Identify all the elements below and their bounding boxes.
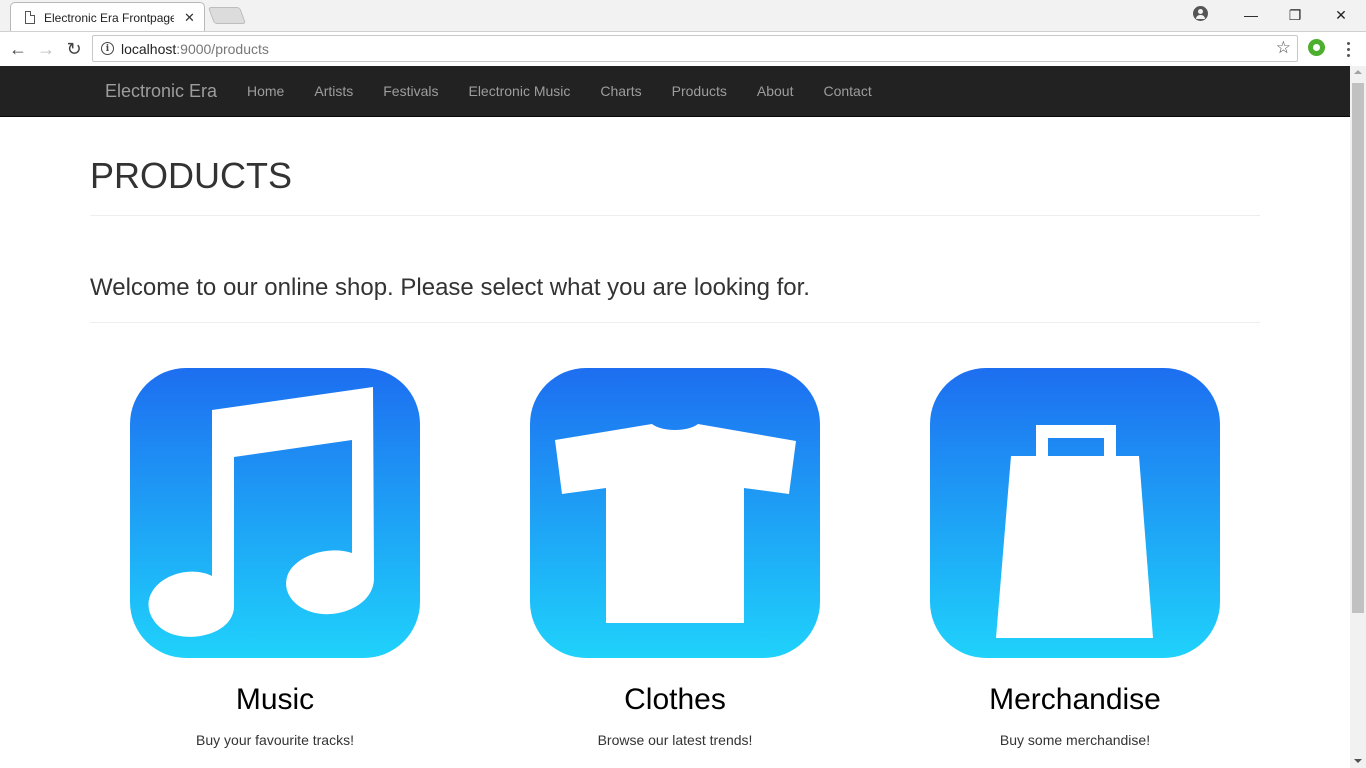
scroll-thumb[interactable] [1352, 83, 1364, 613]
t-shirt-icon [555, 424, 796, 623]
bookmark-star-icon[interactable]: ☆ [1276, 38, 1291, 58]
shopping-bag-icon [996, 425, 1153, 638]
new-tab-button[interactable] [207, 7, 247, 24]
scroll-up-arrow-icon[interactable] [1354, 70, 1362, 74]
nav-links: Home Artists Festivals Electronic Music … [232, 66, 887, 117]
profile-icon[interactable] [1193, 6, 1208, 21]
tab-close-icon[interactable]: ✕ [184, 10, 195, 25]
product-desc-merchandise: Buy some merchandise! [999, 732, 1151, 748]
nav-link-products[interactable]: Products [657, 66, 742, 117]
browser-menu-icon[interactable] [1340, 36, 1356, 62]
browser-tab[interactable]: Electronic Era Frontpage ✕ [10, 2, 205, 31]
clothes-tile[interactable] [530, 368, 820, 658]
scroll-down-arrow-icon[interactable] [1354, 759, 1362, 763]
lead-text: Welcome to our online shop. Please selec… [90, 274, 810, 301]
tab-title: Electronic Era Frontpage [44, 10, 174, 25]
page-scrollbar[interactable] [1350, 66, 1366, 768]
nav-link-electronic-music[interactable]: Electronic Music [453, 66, 585, 117]
nav-link-festivals[interactable]: Festivals [368, 66, 453, 117]
lead-section: Welcome to our online shop. Please selec… [90, 272, 1260, 323]
minimize-button[interactable]: — [1228, 0, 1274, 30]
product-card-music[interactable]: Music Buy your favourite tracks! [130, 368, 420, 750]
address-bar[interactable]: i localhost:9000/products ☆ [92, 35, 1298, 62]
restore-button[interactable]: ❐ [1272, 0, 1318, 30]
nav-link-home[interactable]: Home [232, 66, 299, 117]
forward-button[interactable]: → [33, 36, 59, 62]
product-desc-music: Buy your favourite tracks! [196, 732, 354, 748]
product-title-music[interactable]: Music [130, 682, 420, 718]
site-navbar: Electronic Era Home Artists Festivals El… [0, 66, 1350, 117]
music-tile[interactable] [130, 368, 420, 658]
product-card-merchandise[interactable]: Merchandise Buy some merchandise! [930, 368, 1220, 750]
close-window-button[interactable]: ✕ [1318, 0, 1364, 30]
url-path: :9000/products [176, 40, 269, 57]
extension-icon[interactable] [1308, 39, 1325, 56]
product-title-clothes[interactable]: Clothes [530, 682, 820, 718]
browser-toolbar: ← → ↻ i localhost:9000/products ☆ [0, 31, 1366, 66]
nav-link-artists[interactable]: Artists [299, 66, 368, 117]
page-title: PRODUCTS [90, 155, 293, 196]
brand-link[interactable]: Electronic Era [105, 66, 217, 117]
merchandise-tile[interactable] [930, 368, 1220, 658]
music-note-icon [148, 387, 374, 637]
page-header: PRODUCTS [90, 156, 1260, 216]
page-viewport: Electronic Era Home Artists Festivals El… [0, 66, 1350, 768]
page-icon [25, 11, 35, 24]
nav-link-contact[interactable]: Contact [808, 66, 886, 117]
reload-button[interactable]: ↻ [61, 36, 87, 62]
product-card-clothes[interactable]: Clothes Browse our latest trends! [530, 368, 820, 750]
back-button[interactable]: ← [5, 36, 31, 62]
product-desc-clothes: Browse our latest trends! [597, 732, 753, 748]
url-host: localhost [121, 40, 177, 57]
nav-link-about[interactable]: About [742, 66, 809, 117]
product-title-merchandise[interactable]: Merchandise [930, 682, 1220, 718]
browser-chrome: Electronic Era Frontpage ✕ — ❐ ✕ ← → ↻ i… [0, 0, 1366, 66]
tab-strip: Electronic Era Frontpage ✕ — ❐ ✕ [0, 0, 1366, 31]
nav-link-charts[interactable]: Charts [585, 66, 656, 117]
info-icon[interactable]: i [101, 42, 114, 55]
